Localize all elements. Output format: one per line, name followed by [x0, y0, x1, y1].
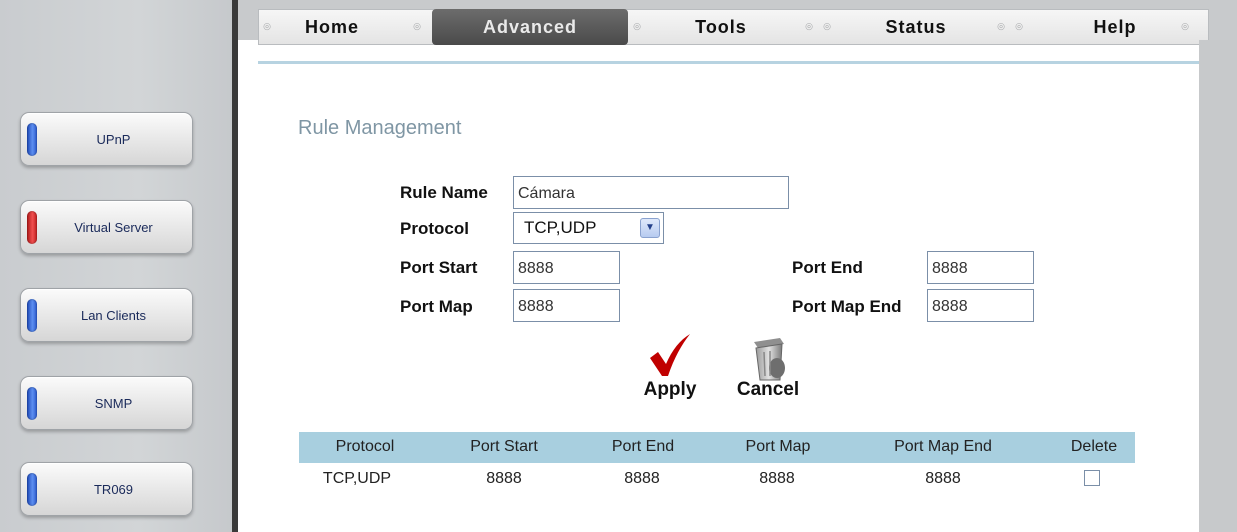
apply-button[interactable]: Apply: [634, 332, 706, 401]
status-indicator-icon: [27, 299, 37, 332]
apply-label: Apply: [643, 379, 697, 400]
tab-separator-icon: ◎: [633, 21, 641, 31]
chevron-down-icon[interactable]: ▼: [640, 218, 660, 238]
port-start-input[interactable]: [513, 251, 620, 284]
sidebar-item-virtual-server[interactable]: Virtual Server: [20, 200, 193, 254]
sidebar-item-label: UPnP: [96, 131, 131, 147]
cell-port-end: 8888: [624, 470, 660, 487]
sidebar-item-snmp[interactable]: SNMP: [20, 376, 193, 430]
protocol-select-value: TCP,UDP: [524, 218, 597, 237]
cell-port-map-end: 8888: [925, 470, 961, 487]
sidebar-item-label: TR069: [93, 481, 134, 497]
port-end-input[interactable]: [927, 251, 1034, 284]
status-indicator-icon: [27, 211, 37, 244]
status-indicator-icon: [27, 473, 37, 506]
tab-separator-icon: ◎: [413, 21, 421, 31]
cell-protocol: TCP,UDP: [322, 470, 392, 487]
status-indicator-icon: [27, 387, 37, 420]
port-map-label: Port Map: [400, 297, 473, 316]
column-header-port-start: Port Start: [470, 438, 538, 455]
rule-name-input[interactable]: [513, 176, 789, 209]
right-border: [1199, 40, 1237, 532]
tab-home[interactable]: Home: [296, 9, 368, 45]
sidebar-divider: [232, 0, 238, 532]
cancel-button[interactable]: Cancel: [728, 332, 808, 401]
column-header-delete: Delete: [1070, 438, 1118, 455]
tab-advanced[interactable]: Advanced: [432, 9, 628, 45]
sidebar-item-lan-clients[interactable]: Lan Clients: [20, 288, 193, 342]
tab-separator-icon: ◎: [263, 21, 271, 31]
tab-help[interactable]: Help: [1080, 9, 1150, 45]
rule-name-label: Rule Name: [400, 183, 488, 202]
sidebar-item-upnp[interactable]: UPnP: [20, 112, 193, 166]
cell-port-start: 8888: [486, 470, 522, 487]
column-header-protocol: Protocol: [335, 438, 395, 455]
cancel-label: Cancel: [736, 379, 800, 400]
cell-port-map: 8888: [759, 470, 795, 487]
tab-separator-icon: ◎: [1015, 21, 1023, 31]
tab-separator-icon: ◎: [997, 21, 1005, 31]
port-map-end-input[interactable]: [927, 289, 1034, 322]
status-indicator-icon: [27, 123, 37, 156]
sidebar-item-label: SNMP: [94, 395, 133, 411]
checkmark-icon: [650, 334, 690, 376]
sidebar-item-tr069[interactable]: TR069: [20, 462, 193, 516]
port-end-label: Port End: [792, 258, 863, 277]
trash-can-icon: [754, 338, 785, 381]
protocol-label: Protocol: [400, 219, 469, 238]
port-map-input[interactable]: [513, 289, 620, 322]
column-header-port-map: Port Map: [745, 438, 811, 455]
page-title: Rule Management: [298, 117, 462, 139]
sidebar-item-label: Lan Clients: [80, 307, 147, 323]
port-start-label: Port Start: [400, 258, 478, 277]
content-top-border: [258, 61, 1199, 64]
tab-tools[interactable]: Tools: [680, 9, 762, 45]
tab-separator-icon: ◎: [805, 21, 813, 31]
column-header-port-end: Port End: [611, 438, 675, 455]
column-header-port-map-end: Port Map End: [894, 438, 992, 455]
table-header: [299, 432, 1135, 463]
tab-separator-icon: ◎: [823, 21, 831, 31]
tab-status[interactable]: Status: [870, 9, 962, 45]
sidebar-item-label: Virtual Server: [74, 219, 153, 235]
sidebar: UPnP Virtual Server Lan Clients SNMP TR0…: [0, 0, 232, 532]
tab-separator-icon: ◎: [1181, 21, 1189, 31]
protocol-select[interactable]: TCP,UDP ▼: [513, 212, 664, 244]
port-map-end-label: Port Map End: [792, 297, 902, 316]
delete-checkbox[interactable]: [1084, 470, 1100, 486]
